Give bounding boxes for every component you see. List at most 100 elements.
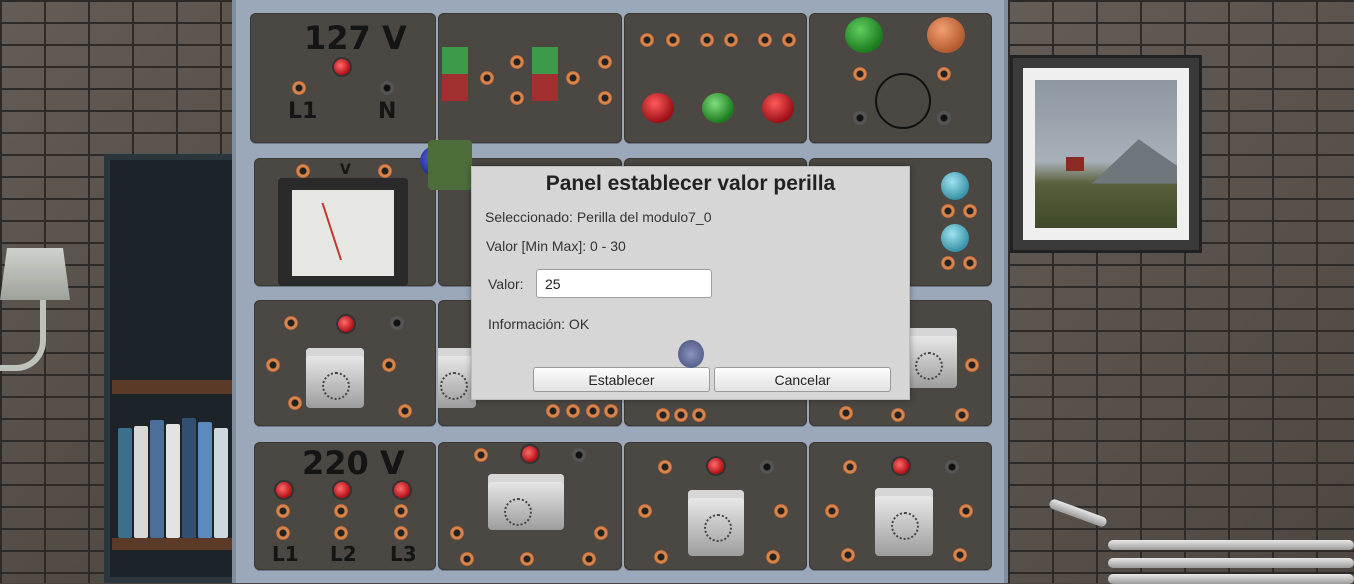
radiator-pipe (1108, 558, 1354, 568)
potentiometer-body (428, 140, 472, 190)
module-motor-buttons[interactable] (809, 13, 992, 143)
terminal[interactable] (598, 91, 612, 105)
terminal[interactable] (398, 404, 412, 418)
terminal[interactable] (382, 358, 396, 372)
pointer-cursor-icon (678, 340, 704, 368)
terminal[interactable] (760, 460, 774, 474)
module-contactor-5[interactable] (438, 442, 622, 570)
terminal[interactable] (774, 504, 788, 518)
wall-picture-frame (1010, 55, 1202, 253)
terminal[interactable] (963, 204, 977, 218)
terminal[interactable] (700, 33, 714, 47)
terminal[interactable] (566, 71, 580, 85)
terminal[interactable] (640, 33, 654, 47)
module-contactor-6[interactable] (624, 442, 807, 570)
terminal[interactable] (692, 408, 706, 422)
module-contactor-7[interactable] (809, 442, 992, 570)
terminal[interactable] (296, 164, 310, 178)
terminal[interactable] (658, 460, 672, 474)
terminal[interactable] (266, 358, 280, 372)
terminal[interactable] (566, 404, 580, 418)
terminal[interactable] (953, 548, 967, 562)
line-label: L1 (288, 99, 318, 124)
phase-label: L2 (330, 542, 357, 566)
contactor-relay[interactable] (688, 490, 744, 556)
terminal[interactable] (378, 164, 392, 178)
indicator-lamp-red (338, 316, 354, 332)
module-contacts-lamps[interactable] (624, 13, 807, 143)
terminal[interactable] (510, 55, 524, 69)
module-supply-220v[interactable]: 220 V L1 L2 L3 (254, 442, 436, 570)
module-pushbuttons[interactable] (438, 13, 622, 143)
terminal[interactable] (941, 204, 955, 218)
contactor-relay[interactable] (306, 348, 364, 408)
terminal[interactable] (945, 460, 959, 474)
terminal[interactable] (853, 111, 867, 125)
lamp-red (762, 93, 794, 123)
terminal[interactable] (937, 111, 951, 125)
terminal[interactable] (288, 396, 302, 410)
cancel-button[interactable]: Cancelar (714, 367, 891, 392)
start-button[interactable] (845, 17, 883, 53)
terminal[interactable] (724, 33, 738, 47)
terminal[interactable] (450, 526, 464, 540)
terminal[interactable] (546, 404, 560, 418)
terminal[interactable] (394, 504, 408, 518)
terminal[interactable] (520, 552, 534, 566)
terminal[interactable] (586, 404, 600, 418)
contactor-relay[interactable] (875, 488, 933, 556)
module-supply-127v[interactable]: 127 V L1 N (250, 13, 436, 143)
terminal[interactable] (656, 408, 670, 422)
book (150, 420, 164, 538)
terminal[interactable] (853, 67, 867, 81)
terminal[interactable] (582, 552, 596, 566)
terminal[interactable] (572, 448, 586, 462)
pushbutton-green-red[interactable] (442, 47, 468, 101)
terminal[interactable] (292, 81, 306, 95)
value-input[interactable] (536, 269, 712, 298)
terminal[interactable] (843, 460, 857, 474)
terminal[interactable] (334, 504, 348, 518)
terminal[interactable] (666, 33, 680, 47)
pushbutton-green-red[interactable] (532, 47, 558, 101)
terminal[interactable] (955, 408, 969, 422)
terminal[interactable] (891, 408, 905, 422)
terminal[interactable] (594, 526, 608, 540)
terminal[interactable] (825, 504, 839, 518)
terminal[interactable] (276, 504, 290, 518)
stop-button[interactable] (927, 17, 965, 53)
contactor-relay[interactable] (488, 474, 564, 530)
terminal[interactable] (963, 256, 977, 270)
terminal[interactable] (474, 448, 488, 462)
terminal[interactable] (965, 358, 979, 372)
info-text: Información: OK (488, 316, 590, 332)
book (182, 418, 196, 538)
terminal[interactable] (839, 406, 853, 420)
terminal[interactable] (284, 316, 298, 330)
terminal[interactable] (758, 33, 772, 47)
terminal[interactable] (937, 67, 951, 81)
terminal[interactable] (480, 71, 494, 85)
terminal[interactable] (598, 55, 612, 69)
terminal[interactable] (782, 33, 796, 47)
terminal[interactable] (334, 526, 348, 540)
terminal[interactable] (390, 316, 404, 330)
terminal[interactable] (766, 550, 780, 564)
terminal[interactable] (394, 526, 408, 540)
terminal[interactable] (380, 81, 394, 95)
terminal[interactable] (941, 256, 955, 270)
terminal[interactable] (654, 550, 668, 564)
terminal[interactable] (276, 526, 290, 540)
terminal[interactable] (510, 91, 524, 105)
terminal[interactable] (674, 408, 688, 422)
book (134, 426, 148, 538)
module-contactor-1[interactable] (254, 300, 436, 426)
phase-label: L1 (272, 542, 299, 566)
terminal[interactable] (959, 504, 973, 518)
wall-lamp (0, 248, 70, 300)
terminal[interactable] (841, 548, 855, 562)
terminal[interactable] (638, 504, 652, 518)
terminal[interactable] (460, 552, 474, 566)
set-button[interactable]: Establecer (533, 367, 710, 392)
terminal[interactable] (604, 404, 618, 418)
